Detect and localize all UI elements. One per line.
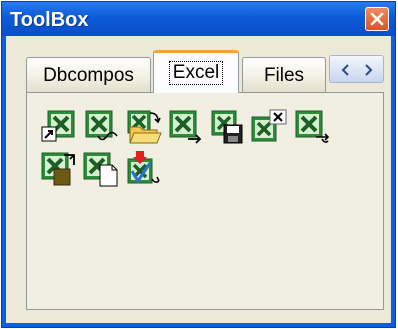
tab-excel[interactable]: Excel: [153, 50, 239, 93]
excel-check-icon[interactable]: [124, 151, 162, 187]
bottom-edge: [6, 312, 391, 323]
chevron-right-icon[interactable]: [358, 62, 378, 78]
excel-export-icon[interactable]: [166, 109, 204, 145]
close-button[interactable]: [365, 7, 389, 31]
tab-dbcompos[interactable]: Dbcompos: [26, 57, 151, 92]
tab-scroll-buttons: [329, 55, 384, 83]
excel-save-icon[interactable]: [208, 109, 246, 145]
close-icon: [370, 12, 384, 26]
tab-excel-label: Excel: [168, 61, 224, 85]
excel-close-icon[interactable]: [250, 109, 288, 145]
tab-dbcompos-label: Dbcompos: [43, 65, 134, 86]
excel-shortcut-icon[interactable]: [40, 109, 78, 145]
excel-print-icon[interactable]: [292, 109, 330, 145]
toolbox-window: ToolBox Dbcompos Files Excel: [1, 1, 396, 328]
excel-open-icon[interactable]: [124, 109, 162, 145]
window-title: ToolBox: [10, 9, 89, 31]
excel-tab-page: [26, 92, 384, 310]
tab-strip: Dbcompos Files Excel: [6, 36, 391, 93]
title-bar[interactable]: ToolBox: [2, 2, 395, 36]
excel-import-icon[interactable]: [40, 151, 78, 187]
excel-new-icon[interactable]: [82, 151, 120, 187]
chevron-left-icon[interactable]: [336, 62, 356, 78]
excel-link-icon[interactable]: [82, 109, 120, 145]
tab-files-label: Files: [263, 65, 305, 86]
tab-files[interactable]: Files: [242, 57, 326, 92]
toolbox-client: Dbcompos Files Excel: [6, 36, 391, 323]
